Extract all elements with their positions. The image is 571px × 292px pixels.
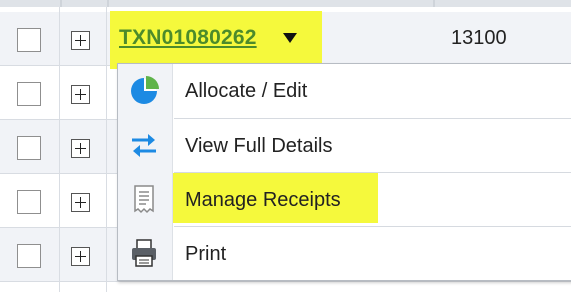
dropdown-caret-icon[interactable] (283, 33, 297, 43)
expand-row-button[interactable] (71, 193, 90, 212)
menu-item-view-full-details[interactable]: View Full Details (118, 119, 571, 173)
header-divider (60, 0, 62, 7)
menu-item-label: View Full Details (185, 135, 333, 157)
header-divider (107, 0, 109, 7)
menu-item-manage-receipts[interactable]: Manage Receipts (118, 173, 571, 227)
column-divider (106, 7, 107, 292)
expand-row-button[interactable] (71, 85, 90, 104)
printer-icon (132, 239, 156, 267)
pie-chart-icon (131, 76, 159, 104)
expand-row-button[interactable] (71, 139, 90, 158)
expand-row-button[interactable] (71, 247, 90, 266)
menu-item-label: Allocate / Edit (185, 80, 308, 102)
transaction-id-link[interactable]: TXN01080262 (119, 26, 257, 50)
transaction-context-menu: Allocate / Edit View Full Details Manage… (117, 63, 571, 281)
menu-item-label: Print (185, 243, 227, 265)
menu-item-label: Manage Receipts (185, 189, 341, 211)
receipt-icon (134, 185, 154, 214)
amount-cell: 13100 (451, 27, 507, 49)
column-divider (59, 7, 60, 292)
swap-arrows-icon (132, 134, 156, 157)
header-divider (433, 0, 435, 7)
expand-row-button[interactable] (71, 31, 90, 50)
row-select-checkbox[interactable] (17, 244, 41, 268)
row-divider (0, 281, 571, 282)
row-select-checkbox[interactable] (17, 190, 41, 214)
menu-item-print[interactable]: Print (118, 227, 571, 281)
table-header-strip (0, 0, 571, 7)
row-select-checkbox[interactable] (17, 136, 41, 160)
row-select-checkbox[interactable] (17, 28, 41, 52)
menu-item-allocate-edit[interactable]: Allocate / Edit (118, 64, 571, 118)
row-select-checkbox[interactable] (17, 82, 41, 106)
